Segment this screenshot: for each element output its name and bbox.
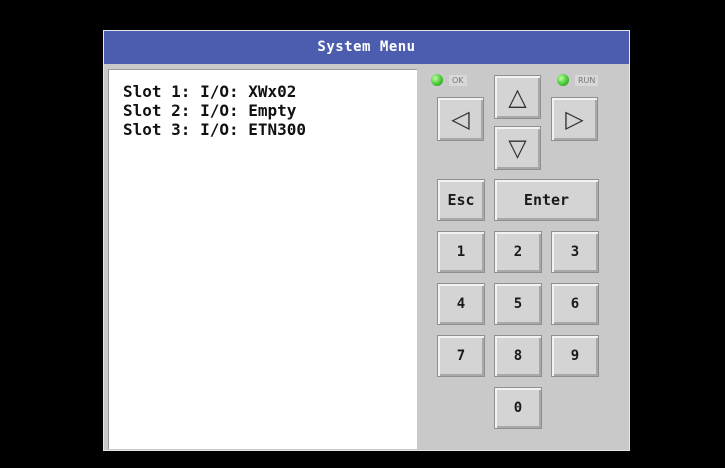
key-7-button[interactable]: 7 [437,335,485,377]
display-screen: Slot 1: I/O: XWx02 Slot 2: I/O: Empty Sl… [108,69,417,449]
ok-label: OK [449,74,467,86]
triangle-down-icon: ▽ [508,134,527,162]
left-arrow-button[interactable]: ◁ [437,97,484,141]
key-3-button[interactable]: 3 [551,231,599,273]
run-indicator: RUN [557,74,599,86]
slot-1-line: Slot 1: I/O: XWx02 [123,82,297,101]
right-arrow-button[interactable]: ▷ [551,97,598,141]
triangle-left-icon: ◁ [451,105,470,133]
slot-list: Slot 1: I/O: XWx02 Slot 2: I/O: Empty Sl… [123,82,306,139]
run-label: RUN [575,74,599,86]
key-8-button[interactable]: 8 [494,335,542,377]
key-4-button[interactable]: 4 [437,283,485,325]
ok-led-icon [431,74,443,86]
run-led-icon [557,74,569,86]
esc-button[interactable]: Esc [437,179,485,221]
enter-button[interactable]: Enter [494,179,599,221]
system-menu-window: System Menu Slot 1: I/O: XWx02 Slot 2: I… [103,30,630,451]
up-arrow-button[interactable]: △ [494,75,541,119]
ok-indicator: OK [431,74,467,86]
triangle-right-icon: ▷ [565,105,584,133]
down-arrow-button[interactable]: ▽ [494,126,541,170]
key-2-button[interactable]: 2 [494,231,542,273]
triangle-up-icon: △ [508,83,527,111]
window-title: System Menu [104,31,629,64]
slot-2-line: Slot 2: I/O: Empty [123,101,297,120]
key-0-button[interactable]: 0 [494,387,542,429]
key-1-button[interactable]: 1 [437,231,485,273]
key-6-button[interactable]: 6 [551,283,599,325]
key-5-button[interactable]: 5 [494,283,542,325]
key-9-button[interactable]: 9 [551,335,599,377]
slot-3-line: Slot 3: I/O: ETN300 [123,120,307,139]
